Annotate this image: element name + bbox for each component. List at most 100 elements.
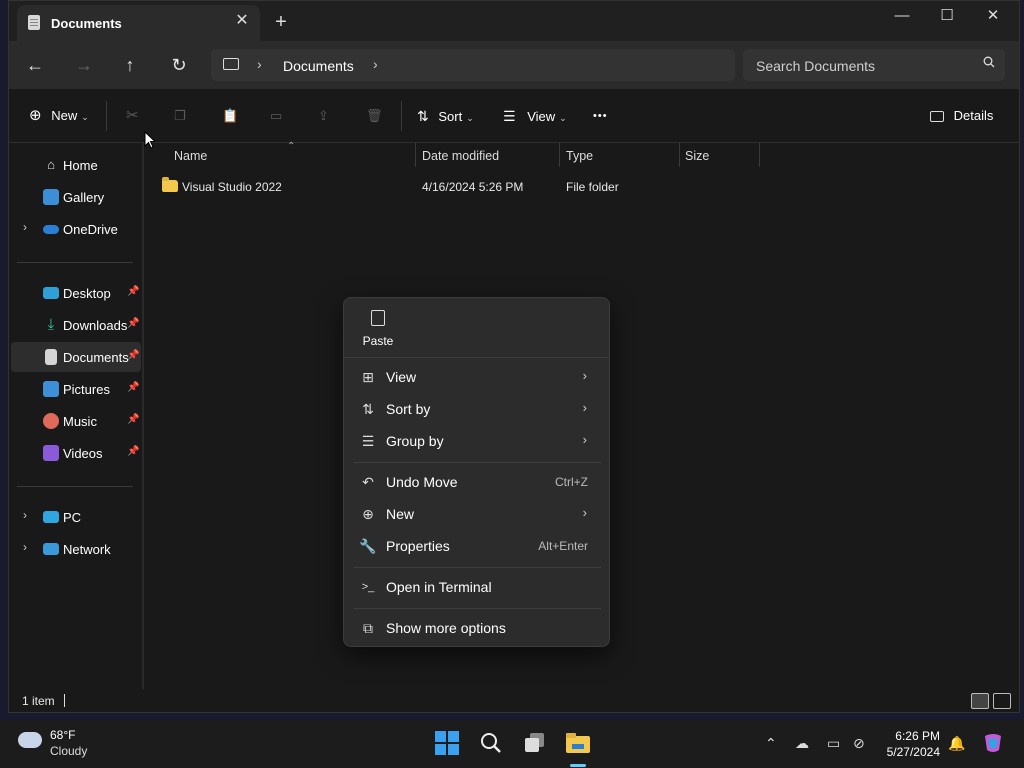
chevron-right-icon[interactable]: › [373, 56, 378, 72]
notification-bell-icon[interactable]: 🔔 [948, 735, 965, 752]
chevron-right-icon[interactable]: › [23, 220, 27, 234]
sidebar-item-label: Desktop [63, 286, 111, 301]
start-button[interactable] [434, 730, 460, 756]
clock-date: 5/27/2024 [886, 745, 940, 759]
address-bar[interactable]: › Documents › [211, 49, 735, 81]
pin-icon[interactable]: 📌 [127, 350, 139, 361]
navigation-pane: ⌂ Home Gallery › OneDrive Desktop 📌 ⤓ Do… [9, 143, 143, 683]
cut-icon[interactable]: ✂ [126, 104, 139, 128]
item-count: 1 item [22, 694, 55, 708]
column-divider[interactable] [679, 143, 680, 167]
menu-item-label: Undo Move [386, 474, 458, 490]
menu-item-new[interactable]: ⊕ New › [350, 499, 603, 529]
search-icon[interactable] [478, 730, 504, 756]
cloud-icon [18, 732, 42, 748]
tab-title: Documents [51, 16, 122, 31]
see-more-button[interactable]: ••• [593, 104, 608, 128]
network-volume-icon[interactable]: ⊘ [853, 735, 865, 752]
sidebar-item-pc[interactable]: › PC [11, 502, 141, 532]
sidebar-item-pictures[interactable]: Pictures 📌 [11, 374, 141, 404]
paste-icon[interactable]: 📋 [222, 104, 238, 128]
share-icon[interactable]: ⇪ [318, 104, 329, 128]
file-date: 4/16/2024 5:26 PM [422, 180, 524, 194]
chevron-right-icon: › [582, 432, 587, 447]
up-button[interactable]: ↑ [116, 53, 144, 77]
view-label: View [527, 109, 556, 124]
sidebar-item-onedrive[interactable]: › OneDrive [11, 214, 141, 244]
onedrive-cloud-icon [43, 225, 59, 234]
chevron-right-icon[interactable]: › [23, 540, 27, 554]
maximize-button[interactable]: ☐ [924, 1, 970, 33]
details-view-icon[interactable] [971, 693, 989, 709]
details-pane-icon [930, 111, 944, 123]
sort-icon: ⇅ [417, 108, 429, 124]
chevron-right-icon[interactable]: › [23, 508, 27, 522]
display-icon[interactable]: ▭ [827, 735, 840, 752]
breadcrumb-documents[interactable]: Documents [283, 58, 354, 74]
sidebar-item-label: Home [63, 158, 98, 173]
copilot-icon[interactable] [982, 732, 1004, 754]
search-input[interactable]: Search Documents [756, 58, 875, 74]
column-divider[interactable] [415, 143, 416, 167]
tab-documents[interactable]: Documents ✕ [17, 5, 260, 41]
menu-item-undo-move[interactable]: ↶ Undo Move Ctrl+Z [350, 467, 603, 497]
menu-item-group-by[interactable]: ☰ Group by › [350, 426, 603, 456]
sidebar-item-label: Documents [63, 350, 129, 365]
onedrive-offline-icon[interactable]: ☁ [795, 735, 809, 752]
new-tab-button[interactable]: + [271, 12, 291, 32]
minimize-button[interactable]: — [879, 1, 925, 33]
paste-button[interactable]: Paste [356, 308, 400, 350]
chevron-right-icon[interactable]: › [257, 56, 262, 72]
view-button[interactable]: ☰ View ⌄ [503, 104, 567, 128]
column-header-date[interactable]: Date modified [422, 149, 499, 163]
sort-ascending-icon: ⌃ [287, 141, 296, 152]
refresh-button[interactable]: ↻ [165, 53, 193, 77]
menu-item-show-more-options[interactable]: ⧉ Show more options [350, 613, 603, 643]
file-row[interactable]: Visual Studio 2022 4/16/2024 5:26 PM Fil… [158, 175, 758, 199]
pin-icon[interactable]: 📌 [127, 382, 139, 393]
menu-item-sort-by[interactable]: ⇅ Sort by › [350, 394, 603, 424]
tab-close-icon[interactable]: ✕ [232, 11, 252, 31]
column-header-size[interactable]: Size [685, 149, 709, 163]
column-header-name[interactable]: Name [174, 149, 207, 163]
sidebar-item-documents[interactable]: Documents 📌 [11, 342, 141, 372]
pin-icon[interactable]: 📌 [127, 446, 139, 457]
search-box[interactable]: Search Documents [743, 49, 1005, 81]
sidebar-item-network[interactable]: › Network [11, 534, 141, 564]
column-header-type[interactable]: Type [566, 149, 593, 163]
copy-icon[interactable]: ❐ [174, 104, 186, 128]
search-icon [983, 56, 995, 71]
sidebar-item-music[interactable]: Music 📌 [11, 406, 141, 436]
menu-item-properties[interactable]: 🔧 Properties Alt+Enter [350, 531, 603, 561]
system-clock[interactable]: 6:26 PM 5/27/2024 [887, 728, 940, 760]
column-divider[interactable] [559, 143, 560, 167]
task-view-icon[interactable] [522, 730, 548, 756]
sidebar-item-home[interactable]: ⌂ Home [11, 150, 141, 180]
new-button[interactable]: ⊕ New ⌄ [29, 104, 89, 128]
column-divider[interactable] [759, 143, 760, 167]
file-explorer-taskbar-icon[interactable] [564, 730, 590, 756]
close-button[interactable]: ✕ [970, 1, 1016, 33]
paste-icon [371, 310, 385, 326]
pc-icon[interactable] [223, 58, 239, 70]
sidebar-item-desktop[interactable]: Desktop 📌 [11, 278, 141, 308]
tiles-view-icon[interactable] [993, 693, 1011, 709]
pin-icon[interactable]: 📌 [127, 414, 139, 425]
rename-icon[interactable]: ▭ [270, 104, 282, 128]
menu-item-open-in-terminal[interactable]: >_ Open in Terminal [350, 572, 603, 602]
delete-icon[interactable]: 🗑 [366, 104, 383, 128]
menu-item-label: Properties [386, 538, 450, 554]
pin-icon[interactable]: 📌 [127, 286, 139, 297]
pin-icon[interactable]: 📌 [127, 318, 139, 329]
toolbar-divider [106, 101, 107, 131]
chevron-up-icon[interactable]: ⌃ [765, 735, 777, 752]
sidebar-item-gallery[interactable]: Gallery [11, 182, 141, 212]
sidebar-item-videos[interactable]: Videos 📌 [11, 438, 141, 468]
details-button[interactable]: Details [930, 104, 993, 128]
desktop-icon [43, 287, 59, 299]
sidebar-item-downloads[interactable]: ⤓ Downloads 📌 [11, 310, 141, 340]
sort-button[interactable]: ⇅ Sort ⌄ [417, 104, 474, 128]
menu-item-view[interactable]: ⊞ View › [350, 362, 603, 392]
back-button[interactable]: ← [21, 53, 49, 77]
forward-button[interactable]: → [70, 53, 98, 77]
